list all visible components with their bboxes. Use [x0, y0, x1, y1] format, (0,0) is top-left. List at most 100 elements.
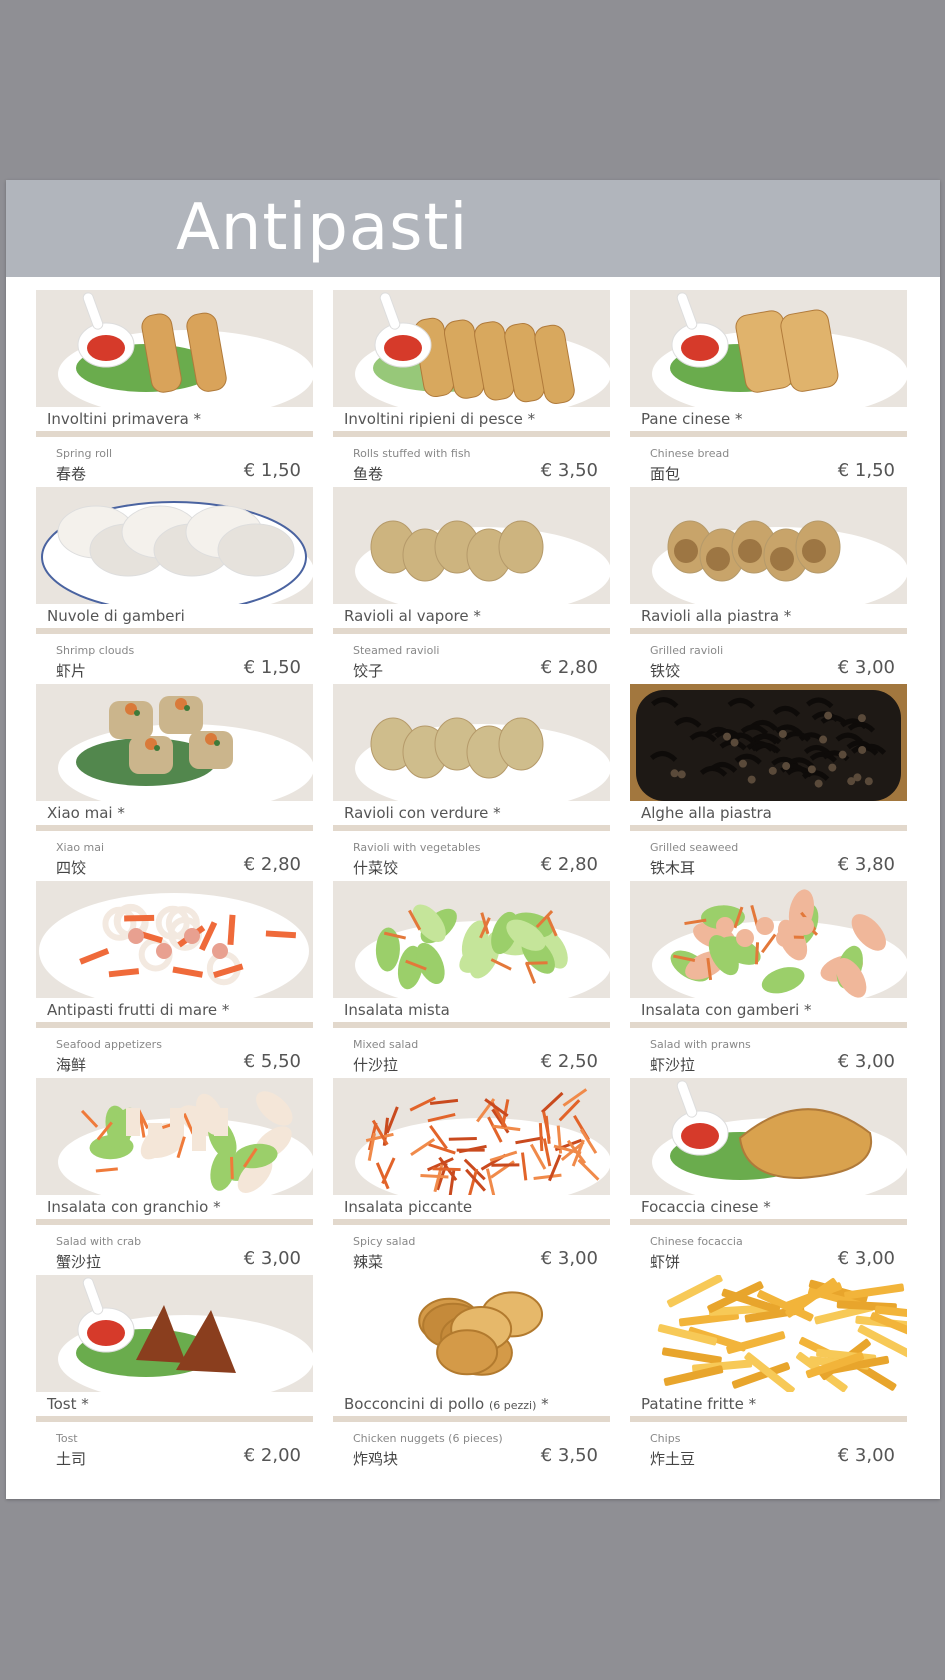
dish-price: € 1,50: [837, 460, 895, 481]
dish-name: Ravioli con verdure *: [344, 804, 501, 822]
dish-name-bar: Ravioli con verdure *: [333, 801, 610, 831]
chicken-nuggets-image: [418, 1291, 544, 1376]
dish-price: € 3,00: [837, 1248, 895, 1269]
menu-item: Ravioli con verdure * Ravioli with vegeta…: [333, 684, 610, 877]
dish-chinese-name: 饺子: [353, 662, 384, 680]
dish-price: € 2,80: [540, 854, 598, 875]
mixed-salad-image: [355, 904, 610, 998]
dish-chinese-name: 什沙拉: [353, 1056, 399, 1074]
dish-name-bar: Ravioli al vapore *: [333, 604, 610, 634]
menu-item: Insalata con gamberi * Salad with prawns 虾…: [630, 881, 907, 1074]
dish-name: Insalata mista: [344, 1001, 450, 1019]
dish-photo: [630, 684, 907, 801]
dish-name-bar: Alghe alla piastra: [630, 801, 907, 831]
dish-name-bar: Involtini ripieni di pesce *: [333, 407, 610, 437]
dish-name: Ravioli alla piastra *: [641, 607, 791, 625]
dish-name: Alghe alla piastra: [641, 804, 772, 822]
menu-item: Ravioli alla piastra * Grilled ravioli 铁饺 €…: [630, 487, 907, 680]
dish-price: € 3,00: [837, 1445, 895, 1466]
fish-rolls-image: [355, 292, 610, 407]
chinese-bread-image: [652, 292, 907, 407]
dish-name-text: Antipasti frutti di mare *: [47, 1001, 230, 1019]
dish-name: Focaccia cinese *: [641, 1198, 771, 1216]
dish-photo: [36, 487, 313, 604]
menu-item: Insalata piccante Spicy salad 辣菜 € 3,00: [333, 1078, 610, 1271]
grilled-seaweed-image: [630, 684, 907, 801]
dish-english-name: Salad with crab: [56, 1235, 142, 1248]
dish-name-text: Insalata piccante: [344, 1198, 473, 1216]
dish-chinese-name: 虾沙拉: [650, 1056, 696, 1074]
dish-name: Ravioli al vapore *: [344, 607, 481, 625]
dish-chinese-name: 蟹沙拉: [56, 1253, 102, 1271]
dish-english-name: Steamed ravioli: [353, 644, 440, 657]
veg-dumplings-image: [355, 717, 610, 801]
menu-item: Insalata con granchio * Salad with crab 蟹沙…: [36, 1078, 313, 1271]
menu-item: Involtini primavera * Spring roll 春卷 € 1,50: [36, 290, 313, 483]
dish-photo: [333, 1078, 610, 1195]
dish-price: € 3,00: [837, 657, 895, 678]
dish-chinese-name: 铁木耳: [650, 859, 696, 877]
dish-chinese-name: 土司: [56, 1450, 87, 1468]
dish-name-text: Involtini ripieni di pesce *: [344, 410, 536, 428]
dish-photo: [36, 290, 313, 407]
dish-english-name: Chinese bread: [650, 447, 730, 460]
spring-roll-image: [58, 292, 313, 407]
dish-name-text: Insalata con gamberi *: [641, 1001, 812, 1019]
dish-name: Antipasti frutti di mare *: [47, 1001, 229, 1019]
dish-chinese-name: 炸鸡块: [353, 1450, 399, 1468]
siu-mai-image: [58, 696, 313, 801]
menu-item: Alghe alla piastra Grilled seaweed 铁木耳 € 3,…: [630, 684, 907, 877]
toast-image: [58, 1277, 313, 1392]
dish-price: € 3,00: [243, 1248, 301, 1269]
dish-name-bar: Bocconcini di pollo (6 pezzi) *: [333, 1392, 610, 1422]
dish-chinese-name: 面包: [650, 465, 681, 483]
dish-chinese-name: 春卷: [56, 465, 87, 483]
dish-photo: [36, 1275, 313, 1392]
dish-name: Patatine fritte *: [641, 1395, 756, 1413]
dish-name-text: Insalata con granchio *: [47, 1198, 221, 1216]
dish-price: € 3,50: [540, 1445, 598, 1466]
dish-name-bar: Pane cinese *: [630, 407, 907, 437]
dish-english-name: Chicken nuggets (6 pieces): [353, 1432, 503, 1445]
menu-item: Nuvole di gamberi Shrimp clouds 虾片 € 1,50: [36, 487, 313, 680]
prawn-salad-image: [652, 889, 907, 998]
dish-name-bar: Involtini primavera *: [36, 407, 313, 437]
dish-name-bar: Antipasti frutti di mare *: [36, 998, 313, 1028]
dish-name-text: Alghe alla piastra: [641, 804, 772, 822]
dish-english-name: Spicy salad: [353, 1235, 416, 1248]
dish-english-name: Mixed salad: [353, 1038, 419, 1051]
dish-english-name: Salad with prawns: [650, 1038, 751, 1051]
dish-name-text: Ravioli al vapore *: [344, 607, 481, 625]
crab-salad-image: [58, 1091, 313, 1195]
dish-name-text: Ravioli con verdure *: [344, 804, 501, 822]
dish-chinese-name: 什菜饺: [353, 859, 399, 877]
dish-name: Insalata con granchio *: [47, 1198, 221, 1216]
menu-item: Ravioli al vapore * Steamed ravioli 饺子 € 2,…: [333, 487, 610, 680]
dish-photo: [333, 881, 610, 998]
menu-item: Pane cinese * Chinese bread 面包 € 1,50: [630, 290, 907, 483]
title-banner: Antipasti: [6, 180, 940, 277]
dish-photo: [333, 487, 610, 604]
dish-photo: [333, 684, 610, 801]
dish-english-name: Xiao mai: [56, 841, 105, 854]
dish-price: € 2,00: [243, 1445, 301, 1466]
dish-name-text: Patatine fritte *: [641, 1395, 757, 1413]
page-title: Antipasti: [176, 191, 469, 265]
dish-price: € 3,00: [837, 1051, 895, 1072]
dish-name: Bocconcini di pollo (6 pezzi) *: [344, 1395, 549, 1413]
dish-price: € 2,80: [540, 657, 598, 678]
dish-name: Involtini ripieni di pesce *: [344, 410, 535, 428]
dish-photo: [630, 1275, 907, 1392]
steamed-dumplings-image: [355, 520, 610, 604]
dish-name-text: Involtini primavera *: [47, 410, 202, 428]
menu-page: Antipasti Involtini primavera * Spring ro…: [6, 180, 940, 1499]
dish-name: Nuvole di gamberi: [47, 607, 185, 625]
dish-photo: [630, 290, 907, 407]
dish-name-suffix: *: [536, 1395, 549, 1413]
dish-name-portion: (6 pezzi): [488, 1399, 537, 1412]
dish-english-name: Ravioli with vegetables: [353, 841, 481, 854]
chinese-focaccia-image: [652, 1080, 907, 1195]
dish-english-name: Chinese focaccia: [650, 1235, 743, 1248]
dish-price: € 3,80: [837, 854, 895, 875]
dish-name-bar: Insalata mista: [333, 998, 610, 1028]
